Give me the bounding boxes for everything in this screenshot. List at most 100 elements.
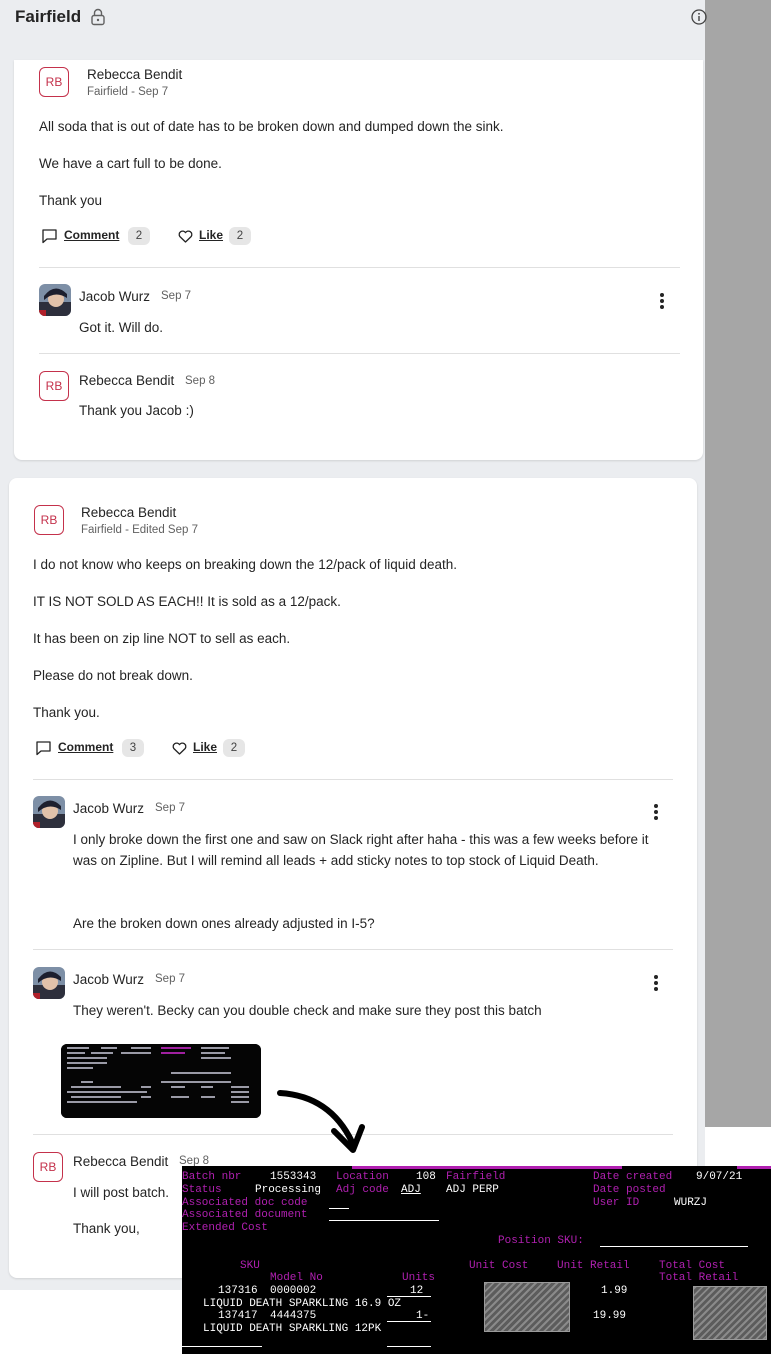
redacted-block <box>693 1286 767 1340</box>
divider <box>39 267 680 268</box>
post-author[interactable]: Rebecca Bendit <box>87 67 182 82</box>
comment-button[interactable]: Comment <box>58 740 113 754</box>
assoc-document-label: Associated document <box>182 1209 308 1221</box>
adj-code-value: ADJ <box>401 1184 421 1196</box>
like-count: 2 <box>223 739 245 757</box>
post-paragraph: I do not know who keeps on breaking down… <box>33 557 458 572</box>
reply-text: Got it. Will do. <box>79 320 164 335</box>
post-paragraph: We have a cart full to be done. <box>39 156 222 171</box>
reply-author[interactable]: Rebecca Bendit <box>79 373 174 388</box>
avatar[interactable] <box>33 796 65 828</box>
row-model: 0000002 <box>270 1285 317 1297</box>
reply-text: Are the broken down ones already adjuste… <box>73 916 375 931</box>
comment-icon[interactable] <box>35 740 52 756</box>
post-meta: Fairfield - Edited Sep 7 <box>81 524 198 536</box>
date-created-value: 9/07/21 <box>696 1171 743 1183</box>
like-button[interactable]: Like <box>199 228 223 242</box>
attachment-thumbnail[interactable] <box>61 1044 261 1118</box>
avatar[interactable]: RB <box>39 67 69 97</box>
location-label: Location <box>336 1171 389 1183</box>
arrow-annotation <box>277 1090 365 1153</box>
assoc-doc-code-label: Associated doc code <box>182 1197 308 1209</box>
terminal-screenshot: Batch nbr 1553343 Location 108 Fairfield… <box>182 1166 771 1354</box>
comment-count: 3 <box>122 739 144 757</box>
reply-text: Thank you, <box>73 1221 140 1236</box>
col-unit-retail: Unit Retail <box>557 1260 630 1272</box>
reply-date: Sep 8 <box>185 375 216 387</box>
reply-author[interactable]: Rebecca Bendit <box>73 1154 168 1169</box>
post-author[interactable]: Rebecca Bendit <box>81 505 176 520</box>
reply-author[interactable]: Jacob Wurz <box>73 801 144 816</box>
input-underline <box>329 1208 349 1209</box>
more-options-icon[interactable] <box>659 293 665 311</box>
row-sku: 137417 <box>218 1310 258 1322</box>
divider <box>39 353 680 354</box>
more-options-icon[interactable] <box>653 804 659 822</box>
reply-author[interactable]: Jacob Wurz <box>79 289 150 304</box>
input-underline <box>387 1321 431 1322</box>
reply-date: Sep 7 <box>161 290 192 302</box>
reply-text: They weren't. Becky can you double check… <box>73 1003 542 1018</box>
reply-date: Sep 7 <box>155 973 186 985</box>
post-paragraph: It has been on zip line NOT to sell as e… <box>33 631 291 646</box>
like-icon[interactable] <box>178 230 193 243</box>
post-paragraph: Thank you <box>39 193 103 208</box>
redacted-block <box>484 1282 570 1332</box>
input-underline <box>329 1220 439 1221</box>
reply-text: I will post batch. <box>73 1185 170 1200</box>
post-paragraph: All soda that is out of date has to be b… <box>39 119 504 134</box>
like-button[interactable]: Like <box>193 740 217 754</box>
lock-icon <box>91 8 105 26</box>
col-total-cost: Total Cost <box>659 1260 726 1272</box>
status-label: Status <box>182 1184 222 1196</box>
post-card: RB Rebecca Bendit Fairfield - Sep 7 All … <box>14 60 703 460</box>
divider <box>33 949 673 950</box>
avatar[interactable]: RB <box>39 371 69 401</box>
user-id-value: WURZJ <box>674 1197 708 1209</box>
adj-code-label: Adj code <box>336 1184 389 1196</box>
input-underline <box>387 1346 431 1347</box>
divider <box>352 1166 622 1169</box>
post-meta: Fairfield - Sep 7 <box>87 86 169 98</box>
date-posted-label: Date posted <box>593 1184 666 1196</box>
reply-date: Sep 7 <box>155 802 186 814</box>
side-panel <box>705 0 771 1127</box>
input-underline <box>600 1246 748 1247</box>
location-name: Fairfield <box>446 1171 506 1183</box>
col-unit-cost: Unit Cost <box>469 1260 529 1272</box>
comment-icon[interactable] <box>41 228 58 244</box>
channel-title: Fairfield <box>15 7 82 26</box>
avatar[interactable] <box>39 284 71 316</box>
row-description: LIQUID DEATH SPARKLING 12PK <box>203 1323 382 1335</box>
reply-text: Thank you Jacob :) <box>79 403 194 418</box>
like-icon[interactable] <box>172 742 187 755</box>
comment-count: 2 <box>128 227 150 245</box>
row-sku: 137316 <box>218 1285 258 1297</box>
input-underline <box>182 1346 262 1347</box>
user-id-label: User ID <box>593 1197 640 1209</box>
post-paragraph: IT IS NOT SOLD AS EACH!! It is sold as a… <box>33 594 341 609</box>
col-model: Model No <box>270 1272 323 1284</box>
batch-label: Batch nbr <box>182 1171 242 1183</box>
row-retail: 1.99 <box>601 1285 628 1297</box>
comment-button[interactable]: Comment <box>64 228 119 242</box>
like-count: 2 <box>229 227 251 245</box>
row-retail: 19.99 <box>593 1310 627 1322</box>
position-sku-label: Position SKU: <box>498 1235 584 1247</box>
input-underline <box>387 1296 431 1297</box>
avatar[interactable] <box>33 967 65 999</box>
more-options-icon[interactable] <box>653 975 659 993</box>
extended-cost-label: Extended Cost <box>182 1222 268 1234</box>
adj-code-desc: ADJ PERP <box>446 1184 499 1196</box>
avatar[interactable]: RB <box>34 505 64 535</box>
info-icon[interactable] <box>691 9 707 25</box>
col-sku: SKU <box>240 1260 260 1272</box>
row-model: 4444375 <box>270 1310 317 1322</box>
col-units: Units <box>402 1272 436 1284</box>
divider <box>737 1166 771 1169</box>
post-paragraph: Thank you. <box>33 705 100 720</box>
avatar[interactable]: RB <box>33 1152 63 1182</box>
status-value: Processing <box>255 1184 322 1196</box>
reply-author[interactable]: Jacob Wurz <box>73 972 144 987</box>
location-num: 108 <box>416 1171 436 1183</box>
